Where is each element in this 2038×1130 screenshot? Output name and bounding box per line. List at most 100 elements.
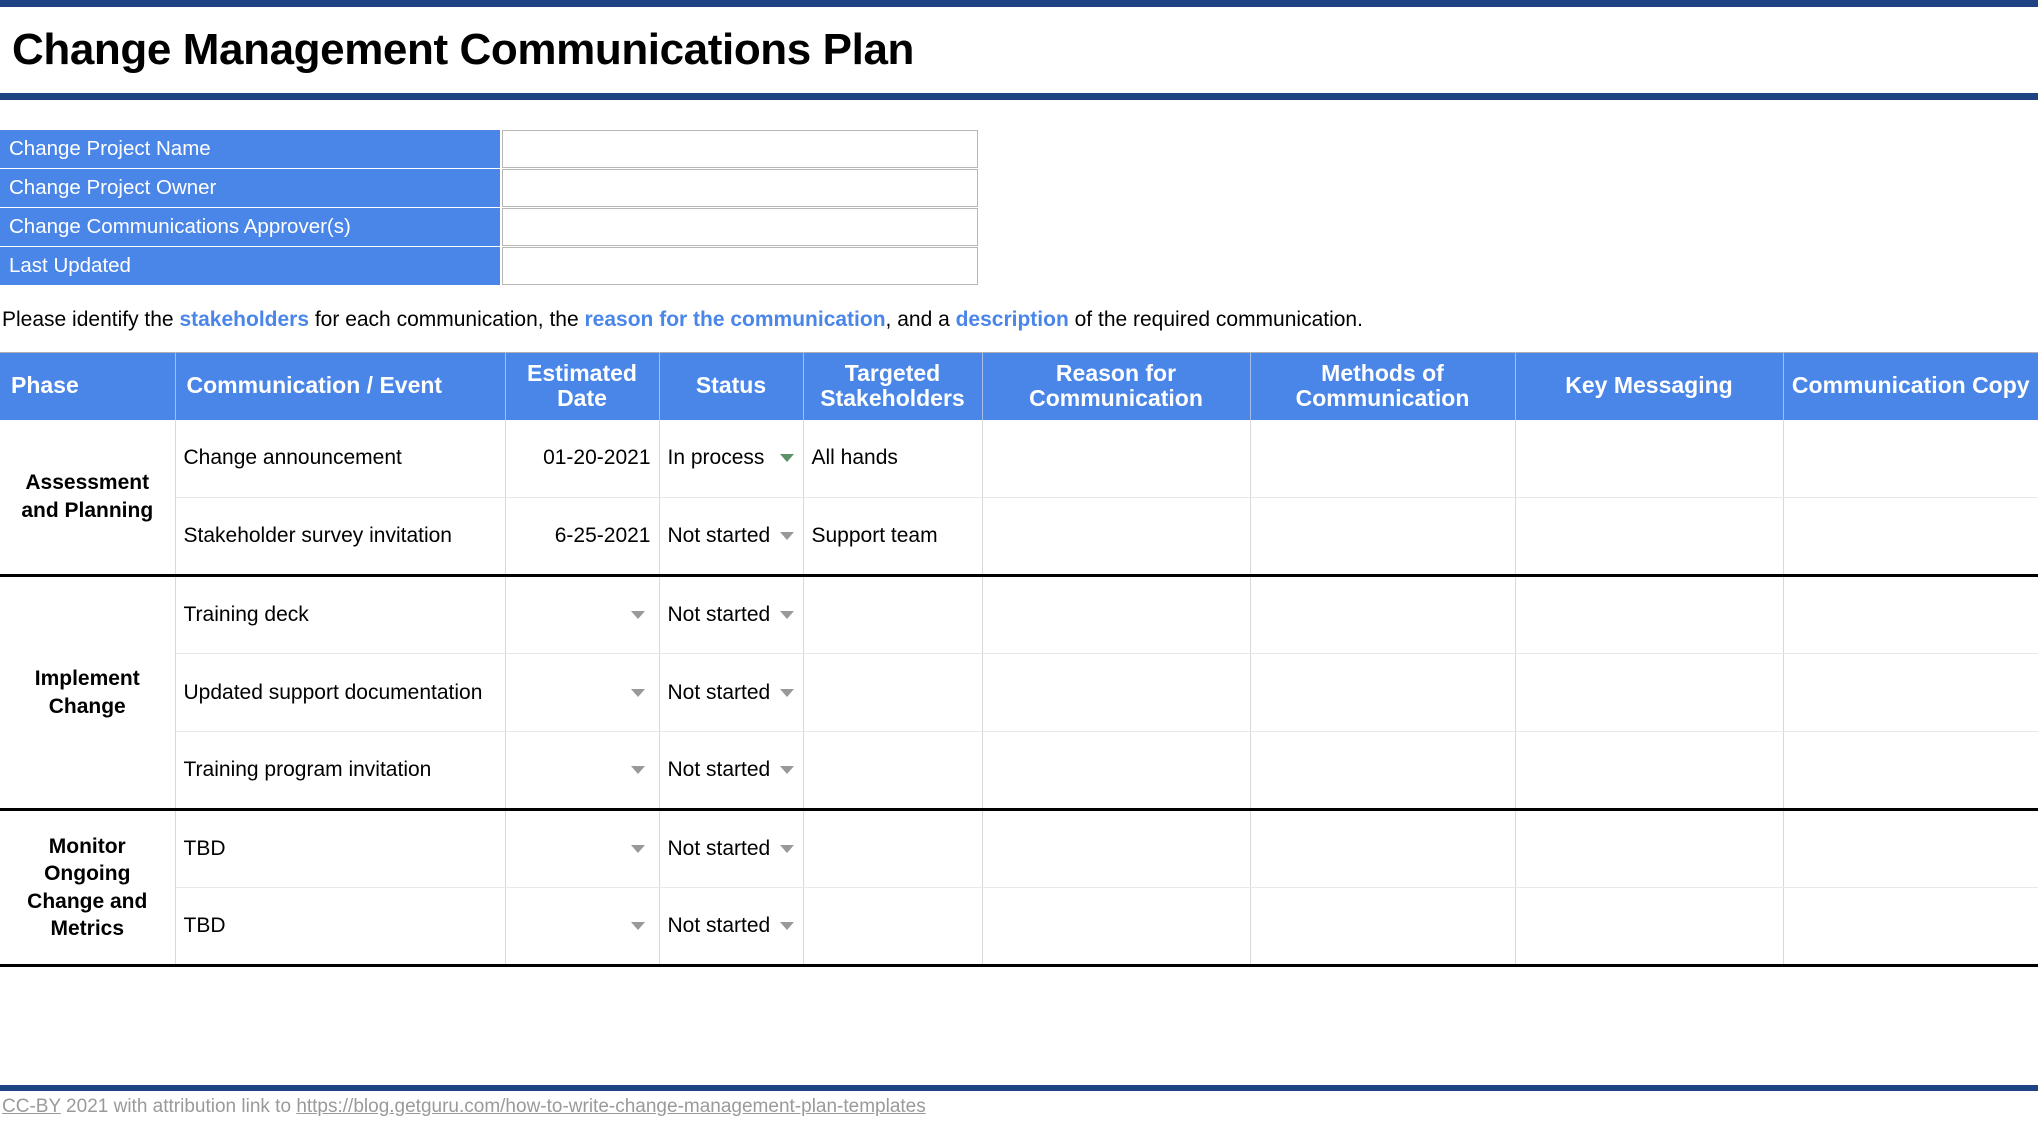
estimated-date-cell[interactable]: 6-25-2021	[505, 498, 659, 576]
document-page: Change Management Communications Plan Ch…	[0, 0, 2038, 1130]
methods-of-communication-cell[interactable]	[1250, 576, 1515, 654]
chevron-down-icon[interactable]	[631, 922, 645, 930]
column-header-communication-event: Communication / Event	[175, 353, 505, 420]
estimated-date-cell[interactable]	[505, 576, 659, 654]
meta-row: Change Communications Approver(s)	[0, 208, 978, 246]
targeted-stakeholders-cell[interactable]	[803, 888, 982, 966]
source-url-link[interactable]: https://blog.getguru.com/how-to-write-ch…	[296, 1096, 925, 1117]
targeted-stakeholders-cell[interactable]	[803, 732, 982, 810]
communication-copy-cell[interactable]	[1783, 498, 2038, 576]
reason-for-communication-cell[interactable]	[982, 732, 1250, 810]
status-value: Not started	[668, 758, 771, 781]
instruction-highlight-reason: reason for the communication	[585, 308, 886, 331]
meta-input-field[interactable]	[502, 169, 978, 207]
meta-row: Change Project Owner	[0, 169, 978, 207]
targeted-stakeholders-cell[interactable]: All hands	[803, 420, 982, 498]
reason-for-communication-cell[interactable]	[982, 888, 1250, 966]
communication-copy-cell[interactable]	[1783, 654, 2038, 732]
chevron-down-icon[interactable]	[780, 454, 794, 462]
instruction-highlight-stakeholders: stakeholders	[179, 308, 309, 331]
communication-event-cell[interactable]: Change announcement	[175, 420, 505, 498]
key-messaging-cell[interactable]	[1515, 420, 1783, 498]
targeted-stakeholders-cell[interactable]	[803, 654, 982, 732]
chevron-down-icon[interactable]	[780, 922, 794, 930]
communication-event-cell[interactable]: TBD	[175, 888, 505, 966]
table-row: Stakeholder survey invitation6-25-2021No…	[0, 498, 2038, 576]
communication-event-cell[interactable]: Stakeholder survey invitation	[175, 498, 505, 576]
reason-for-communication-cell[interactable]	[982, 654, 1250, 732]
communication-copy-cell[interactable]	[1783, 732, 2038, 810]
communication-copy-cell[interactable]	[1783, 420, 2038, 498]
table-row: Assessment and PlanningChange announceme…	[0, 420, 2038, 498]
status-cell[interactable]: In process	[659, 420, 803, 498]
meta-input-field[interactable]	[502, 130, 978, 168]
meta-form: Change Project NameChange Project OwnerC…	[0, 130, 978, 286]
instruction-text: Please identify the stakeholders for eac…	[2, 305, 1363, 335]
communication-event-cell[interactable]: Updated support documentation	[175, 654, 505, 732]
status-cell[interactable]: Not started	[659, 498, 803, 576]
communication-copy-cell[interactable]	[1783, 810, 2038, 888]
status-cell[interactable]: Not started	[659, 888, 803, 966]
chevron-down-icon[interactable]	[780, 689, 794, 697]
communication-copy-cell[interactable]	[1783, 888, 2038, 966]
key-messaging-cell[interactable]	[1515, 498, 1783, 576]
status-cell[interactable]: Not started	[659, 576, 803, 654]
methods-of-communication-cell[interactable]	[1250, 732, 1515, 810]
key-messaging-cell[interactable]	[1515, 732, 1783, 810]
column-header-status: Status	[659, 353, 803, 420]
methods-of-communication-cell[interactable]	[1250, 810, 1515, 888]
chevron-down-icon[interactable]	[631, 689, 645, 697]
footer-middle-text: 2021 with attribution link to	[61, 1096, 297, 1117]
chevron-down-icon[interactable]	[780, 845, 794, 853]
communications-plan-table: PhaseCommunication / EventEstimated Date…	[0, 352, 2038, 967]
page-title: Change Management Communications Plan	[0, 25, 914, 75]
meta-label: Last Updated	[0, 247, 500, 285]
key-messaging-cell[interactable]	[1515, 810, 1783, 888]
reason-for-communication-cell[interactable]	[982, 498, 1250, 576]
status-value: Not started	[668, 603, 771, 626]
key-messaging-cell[interactable]	[1515, 576, 1783, 654]
estimated-date-cell[interactable]	[505, 654, 659, 732]
meta-input-field[interactable]	[502, 208, 978, 246]
chevron-down-icon[interactable]	[780, 766, 794, 774]
chevron-down-icon[interactable]	[631, 845, 645, 853]
meta-row: Change Project Name	[0, 130, 978, 168]
chevron-down-icon[interactable]	[780, 611, 794, 619]
reason-for-communication-cell[interactable]	[982, 576, 1250, 654]
targeted-stakeholders-cell[interactable]: Support team	[803, 498, 982, 576]
communication-event-cell[interactable]: Training program invitation	[175, 732, 505, 810]
instruction-part-2: for each communication, the	[309, 308, 584, 331]
reason-for-communication-cell[interactable]	[982, 810, 1250, 888]
status-value: Not started	[668, 837, 771, 860]
targeted-stakeholders-cell[interactable]	[803, 576, 982, 654]
title-band: Change Management Communications Plan	[0, 0, 2038, 100]
status-cell[interactable]: Not started	[659, 732, 803, 810]
instruction-part-1: Please identify the	[2, 308, 179, 331]
chevron-down-icon[interactable]	[631, 766, 645, 774]
key-messaging-cell[interactable]	[1515, 888, 1783, 966]
reason-for-communication-cell[interactable]	[982, 420, 1250, 498]
table-row: Implement ChangeTraining deckNot started	[0, 576, 2038, 654]
chevron-down-icon[interactable]	[780, 532, 794, 540]
status-cell[interactable]: Not started	[659, 654, 803, 732]
communication-event-cell[interactable]: TBD	[175, 810, 505, 888]
estimated-date-cell[interactable]	[505, 888, 659, 966]
estimated-date-cell[interactable]	[505, 810, 659, 888]
license-link[interactable]: CC-BY	[2, 1096, 61, 1117]
methods-of-communication-cell[interactable]	[1250, 420, 1515, 498]
chevron-down-icon[interactable]	[631, 611, 645, 619]
instruction-highlight-description: description	[956, 308, 1069, 331]
status-cell[interactable]: Not started	[659, 810, 803, 888]
methods-of-communication-cell[interactable]	[1250, 498, 1515, 576]
estimated-date-cell[interactable]	[505, 732, 659, 810]
methods-of-communication-cell[interactable]	[1250, 654, 1515, 732]
communication-event-cell[interactable]: Training deck	[175, 576, 505, 654]
table-row: Training program invitation Not started	[0, 732, 2038, 810]
targeted-stakeholders-cell[interactable]	[803, 810, 982, 888]
communication-copy-cell[interactable]	[1783, 576, 2038, 654]
key-messaging-cell[interactable]	[1515, 654, 1783, 732]
status-value: Not started	[668, 681, 771, 704]
methods-of-communication-cell[interactable]	[1250, 888, 1515, 966]
estimated-date-cell[interactable]: 01-20-2021	[505, 420, 659, 498]
meta-input-field[interactable]	[502, 247, 978, 285]
